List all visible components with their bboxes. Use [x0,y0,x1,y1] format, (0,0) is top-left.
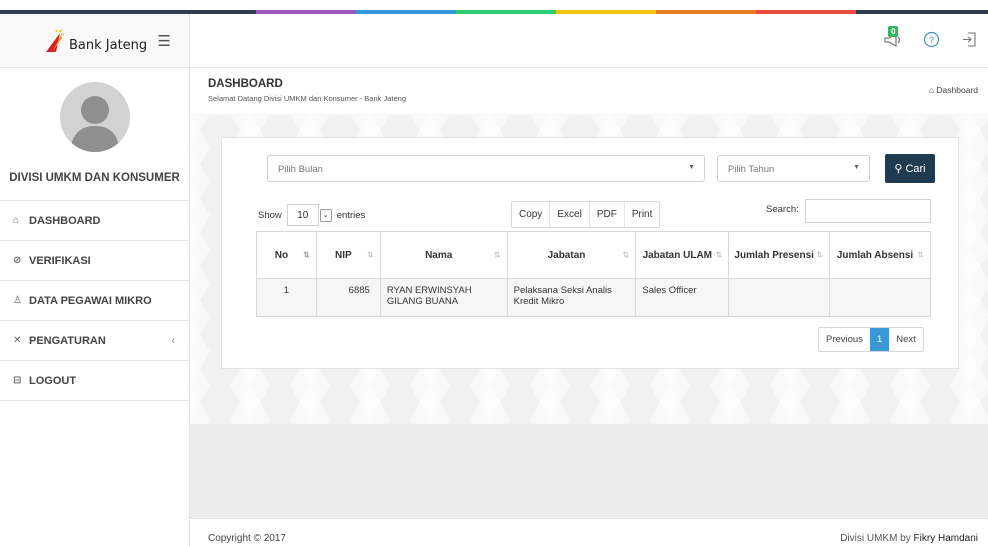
tools-icon: ✕ [13,335,22,346]
user-silhouette-icon [69,96,120,152]
table-search-input[interactable] [805,199,931,223]
footer: Copyright © 2017 Divisi UMKM by Fikry Ha… [190,518,988,546]
sort-icon: ⇅ [816,250,824,260]
sidebar-item-label: VERIFIKASI [29,254,91,267]
sidebar-item-label: LOGOUT [29,374,77,387]
page-subtitle: Selamat Datang Divisi UMKM dan Konsumer … [208,94,407,103]
menu-toggle-icon[interactable]: ☰ [158,32,171,50]
sidebar-item-dashboard[interactable]: ⌂ DASHBOARD [0,201,189,241]
sidebar-item-label: DATA PEGAWAI MIKRO [29,294,152,307]
cell-jabatan: Pelaksana Seksi Analis Kredit Mikro [506,278,637,317]
check-circle-icon: ⊘ [13,255,22,266]
table-header-row: No ⇅ NIP ⇅ Nama ⇅ Jabatan ⇅ Jabatan ULAM ⇅ Ju… [256,231,931,279]
chevron-down-icon[interactable]: ⌄ [319,208,332,222]
year-select[interactable]: Pilih Tahun ▼ [717,155,870,182]
chevron-left-icon: ‹ [171,334,175,347]
page-title: DASHBOARD [208,78,283,90]
signout-icon [962,32,976,47]
brand-bar: Bank Jateng ☰ [0,14,189,68]
caret-down-icon: ▼ [853,164,860,171]
column-header-jumlah-absensi[interactable]: Jumlah Absensi ⇅ [829,231,931,279]
sidebar-item-label: DASHBOARD [29,214,101,227]
user-name: DIVISI UMKM DAN KONSUMER [9,172,180,184]
page-button-current[interactable]: 1 [869,328,890,351]
search-button-label: Cari [905,162,926,175]
sidebar-item-pengaturan[interactable]: ✕ PENGATURAN ‹ [0,321,189,361]
report-card: Pilih Bulan ▼ Pilih Tahun ▼ ⚲ Cari Show … [221,137,959,369]
caret-down-icon: ▼ [688,164,695,171]
content-bottom-area [190,424,988,518]
sort-icon: ⇅ [622,250,630,260]
previous-page-button[interactable]: Previous [819,328,870,351]
month-select[interactable]: Pilih Bulan ▼ [267,155,705,182]
sidebar-item-label: PENGATURAN [29,334,106,347]
entries-label: entries [336,209,366,221]
print-button[interactable]: Print [625,202,660,227]
column-header-jabatan-ulam[interactable]: Jabatan ULAM ⇅ [635,231,730,279]
sidebar: Bank Jateng ☰ DIVISI UMKM DAN KONSUMER ⌂… [0,14,190,546]
top-navbar: 0 ? [190,14,988,68]
home-icon: ⌂ [13,215,20,226]
sidebar-item-verifikasi[interactable]: ⊘ VERIFIKASI [0,241,189,281]
month-select-value: Pilih Bulan [278,164,323,175]
sidebar-item-data-pegawai-mikro[interactable]: ♙ DATA PEGAWAI MIKRO [0,281,189,321]
brand-name: Bank Jateng [69,37,148,53]
data-table: No ⇅ NIP ⇅ Nama ⇅ Jabatan ⇅ Jabatan ULAM ⇅ Ju… [256,231,931,317]
notification-button[interactable]: 0 [874,25,912,50]
cell-nip: 6885 [315,278,381,317]
credit-author[interactable]: Fikry Hamdani [914,533,978,544]
bank-jateng-logo[interactable]: Bank Jateng [44,28,148,53]
search-icon: ⚲ [894,163,903,175]
sidebar-item-logout[interactable]: ⊟ LOGOUT [0,361,189,401]
breadcrumb[interactable]: ⌂ Dashboard [929,85,978,95]
table-row: 1 6885 RYAN ERWINSYAH GILANG BUANA Pelak… [256,278,931,317]
user-profile: DIVISI UMKM DAN KONSUMER [0,68,189,201]
users-icon: ♙ [13,295,22,306]
page-header: DASHBOARD Selamat Datang Divisi UMKM dan… [190,68,988,114]
home-icon: ⌂ [928,85,935,95]
svg-text:?: ? [928,35,933,45]
breadcrumb-label: Dashboard [936,85,978,95]
cell-no: 1 [256,278,317,317]
pdf-button[interactable]: PDF [590,202,625,227]
show-label: Show [258,209,282,221]
cell-jumlah-absensi [829,278,931,317]
help-button[interactable]: ? [912,31,950,51]
cell-nama: RYAN ERWINSYAH GILANG BUANA [379,278,508,317]
sort-asc-icon: ⇅ [303,250,310,260]
excel-button[interactable]: Excel [550,202,590,227]
cell-jabatan-ulam: Sales Officer [635,278,730,317]
signout-button[interactable] [950,32,988,50]
logout-icon: ⊟ [13,375,22,386]
column-header-no[interactable]: No ⇅ [256,231,317,279]
export-buttons: Copy Excel PDF Print [511,201,661,228]
column-header-nip[interactable]: NIP ⇅ [315,231,381,279]
entries-select[interactable]: 10 [286,204,319,226]
pagination: Previous 1 Next [818,327,924,352]
content-area: Pilih Bulan ▼ Pilih Tahun ▼ ⚲ Cari Show … [190,114,988,424]
column-header-nama[interactable]: Nama ⇅ [379,231,508,279]
column-header-jumlah-presensi[interactable]: Jumlah Presensi ⇅ [728,231,831,279]
avatar [59,82,130,152]
copy-button[interactable]: Copy [512,202,551,227]
sort-icon: ⇅ [917,250,924,260]
search-button[interactable]: ⚲ Cari [885,154,935,183]
copyright-text: Copyright © 2017 [208,533,286,544]
next-page-button[interactable]: Next [889,328,923,351]
year-select-value: Pilih Tahun [728,164,775,175]
search-label: Search: [766,204,799,215]
bank-jateng-logo-mark [46,28,65,52]
help-icon: ? [923,31,939,48]
notification-badge: 0 [888,25,899,37]
credit-prefix: Divisi UMKM by [840,533,914,544]
sort-icon: ⇅ [715,250,723,260]
column-header-jabatan[interactable]: Jabatan ⇅ [506,231,637,279]
cell-jumlah-presensi [728,278,831,317]
entries-length-control: Show 10 ⌄ entries [258,204,365,226]
credit-text: Divisi UMKM by Fikry Hamdani [840,533,978,544]
top-color-strip [0,0,988,14]
sort-icon: ⇅ [367,250,374,260]
sort-icon: ⇅ [493,250,501,260]
